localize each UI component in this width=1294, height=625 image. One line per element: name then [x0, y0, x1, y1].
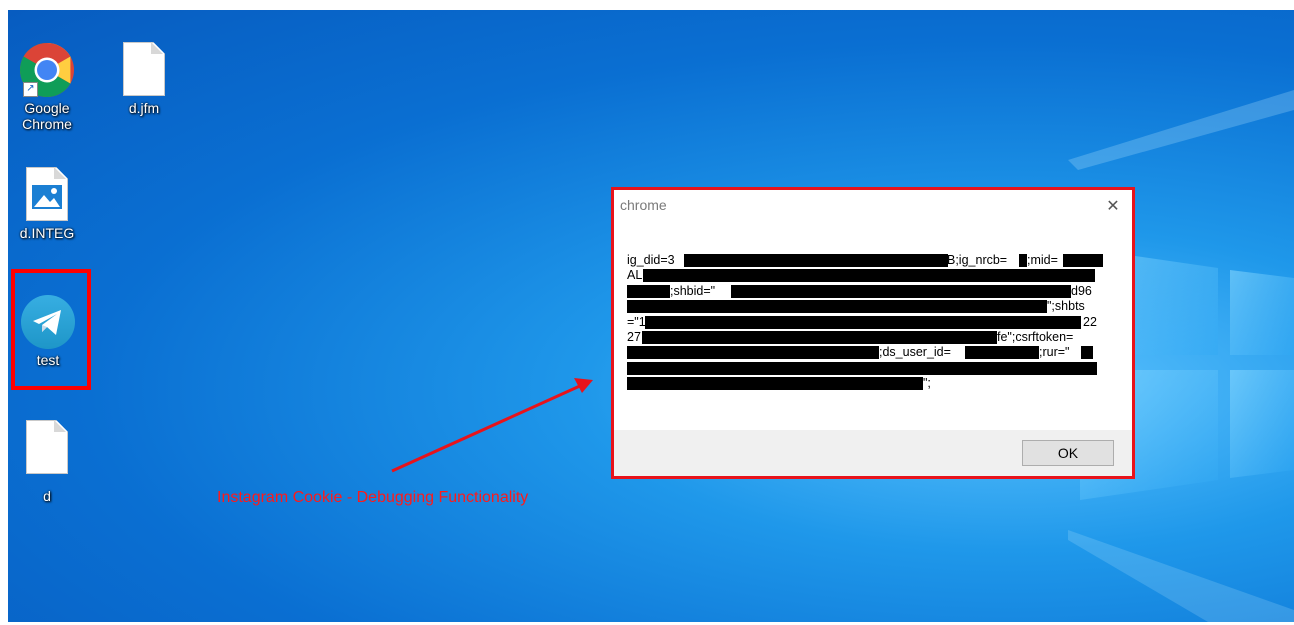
dialog-title: chrome — [620, 197, 667, 213]
desktop: ↗ Google Chrome d.jfm d.INTEG test d Ins… — [8, 10, 1294, 622]
message-text: ;shbid=" — [670, 283, 716, 298]
dialog-highlight-box: chrome ✕ ig_did=3 B;ig_nrcb= ;mid= AL ;s… — [611, 187, 1135, 479]
message-text: 22 — [1083, 314, 1097, 329]
dialog-button-area: OK — [614, 430, 1132, 476]
desktop-icon-test[interactable]: test — [12, 292, 84, 369]
message-line: ig_did=3 B;ig_nrcb= ;mid= — [627, 253, 1103, 268]
message-text: B;ig_nrcb= — [947, 253, 1008, 267]
desktop-icon-google-chrome[interactable]: ↗ Google Chrome — [11, 40, 83, 133]
message-text: AL — [627, 268, 643, 283]
redaction-bar — [642, 330, 997, 344]
message-text: ="1 — [627, 314, 646, 329]
redaction-bar — [627, 300, 1047, 314]
desktop-icon-d[interactable]: d — [11, 418, 83, 505]
icon-label: Google — [24, 100, 70, 116]
telegram-icon — [18, 292, 78, 352]
message-text: ;ds_user_id= — [879, 345, 951, 360]
close-icon: ✕ — [1106, 196, 1120, 215]
message-text: 27 — [627, 329, 641, 344]
message-text: ;rur=" — [1039, 345, 1070, 360]
message-dialog: chrome ✕ ig_did=3 B;ig_nrcb= ;mid= AL ;s… — [614, 190, 1132, 476]
message-line: ;ds_user_id= ;rur=" — [627, 345, 1097, 360]
image-file-icon — [17, 165, 77, 225]
message-text: ;mid= — [1027, 253, 1058, 267]
message-text: ";shbts — [1047, 299, 1085, 314]
message-line: AL — [627, 268, 1097, 283]
redaction-bar — [627, 377, 923, 391]
shortcut-arrow-icon: ↗ — [23, 82, 38, 97]
redaction-bar — [1081, 346, 1093, 360]
annotation-label: Instagram Cookie - Debugging Functionali… — [217, 489, 529, 506]
message-line — [627, 361, 1097, 376]
desktop-icon-d-integ[interactable]: d.INTEG — [11, 165, 83, 242]
message-line: ="1 22 — [627, 315, 1097, 330]
message-text: "; — [923, 376, 931, 391]
message-text: ig_did=3 — [627, 253, 675, 267]
icon-label: d.INTEG — [19, 225, 75, 241]
message-line: "; — [627, 376, 1097, 391]
redaction-bar — [643, 269, 1095, 283]
icon-label: test — [36, 352, 60, 368]
close-button[interactable]: ✕ — [1102, 194, 1124, 216]
message-text: d96 — [1071, 283, 1092, 298]
desktop-icon-d-jfm[interactable]: d.jfm — [108, 40, 180, 117]
ok-button[interactable]: OK — [1022, 440, 1114, 466]
chrome-icon: ↗ — [17, 40, 77, 100]
message-line: ";shbts — [627, 299, 1097, 314]
blank-file-icon — [17, 418, 77, 478]
redaction-bar — [627, 346, 879, 360]
redaction-bar — [627, 284, 670, 298]
icon-label: d.jfm — [128, 100, 160, 116]
cookie-message: ig_did=3 B;ig_nrcb= ;mid= AL ;shbid=" d9… — [627, 253, 1103, 392]
redaction-bar — [627, 361, 1097, 375]
message-line: 27 fe";csrftoken= — [627, 330, 1097, 345]
redaction-bar — [1019, 254, 1027, 267]
icon-label: Chrome — [22, 116, 72, 132]
message-line: ;shbid=" d96 — [627, 284, 1097, 299]
message-text: fe";csrftoken= — [997, 329, 1074, 344]
redaction-bar — [1063, 254, 1103, 267]
redaction-bar — [684, 254, 948, 267]
redaction-bar — [965, 346, 1039, 360]
icon-label: d — [43, 488, 51, 504]
redaction-bar — [645, 315, 1081, 329]
blank-file-icon — [114, 40, 174, 100]
redaction-bar — [731, 284, 1071, 298]
